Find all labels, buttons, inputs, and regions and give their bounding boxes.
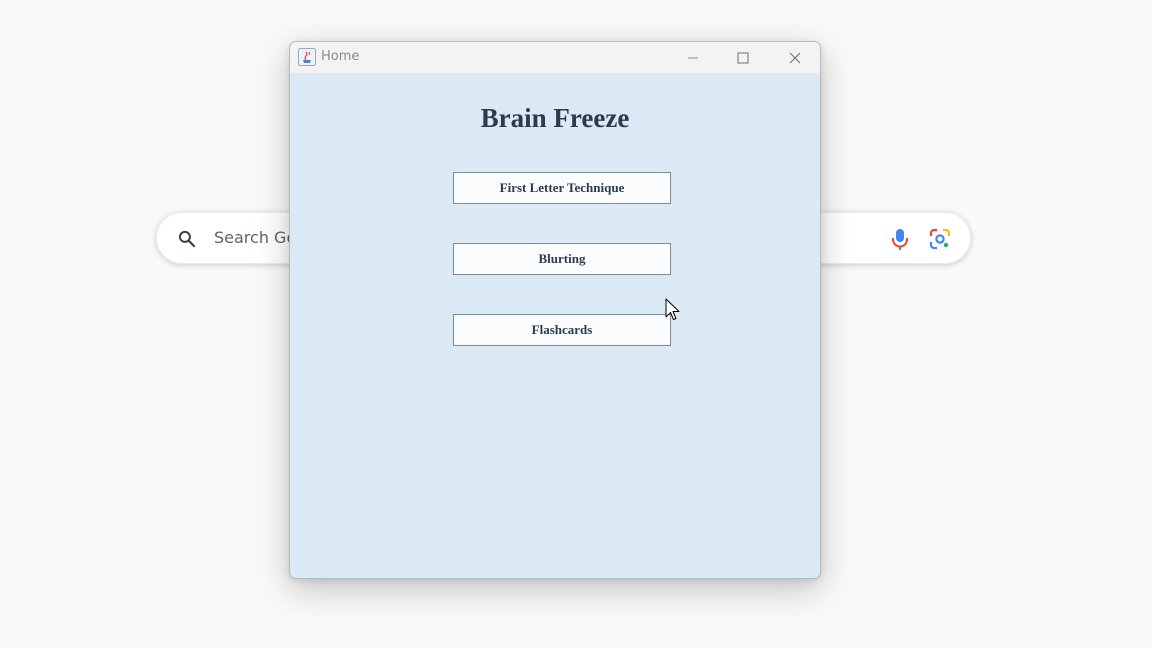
close-button[interactable] bbox=[772, 42, 818, 73]
flashcards-button[interactable]: Flashcards bbox=[453, 314, 671, 346]
maximize-button[interactable] bbox=[720, 42, 766, 73]
app-window: Home Brain Freeze First Letter Technique… bbox=[289, 41, 821, 579]
blurting-button[interactable]: Blurting bbox=[453, 243, 671, 275]
app-heading: Brain Freeze bbox=[480, 103, 630, 133]
mouse-cursor-icon bbox=[665, 298, 680, 320]
search-icon bbox=[178, 230, 196, 248]
first-letter-technique-button[interactable]: First Letter Technique bbox=[453, 172, 671, 204]
java-app-icon bbox=[298, 48, 316, 66]
lens-icon[interactable] bbox=[929, 228, 951, 250]
window-title: Home bbox=[321, 49, 360, 64]
maximize-icon bbox=[737, 52, 749, 63]
mic-icon[interactable] bbox=[889, 227, 911, 251]
window-content: Brain Freeze First Letter Technique Blur… bbox=[290, 73, 820, 578]
minimize-icon bbox=[688, 57, 698, 58]
title-bar[interactable]: Home bbox=[290, 42, 820, 73]
minimize-button[interactable] bbox=[670, 42, 716, 73]
close-icon bbox=[789, 52, 801, 63]
